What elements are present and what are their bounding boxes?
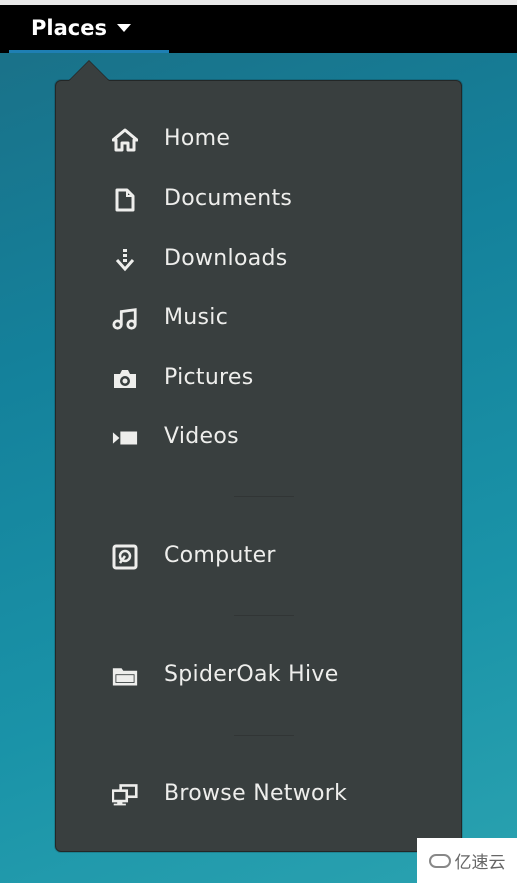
watermark-text: 亿速云 — [454, 853, 506, 873]
separator — [234, 615, 294, 616]
watermark: 亿速云 — [417, 838, 517, 883]
menu-item-label: Documents — [164, 186, 293, 211]
menu-item-label: Pictures — [164, 365, 254, 390]
cloud-icon — [428, 853, 451, 868]
menu-item-documents[interactable]: Documents — [56, 178, 461, 222]
caret-down-icon — [116, 23, 131, 32]
camera-icon — [112, 367, 138, 391]
download-icon — [112, 248, 138, 272]
separator — [234, 735, 294, 736]
menu-item-label: Videos — [164, 424, 239, 449]
network-icon — [112, 783, 138, 807]
home-icon — [112, 128, 138, 152]
video-icon — [112, 426, 138, 450]
menu-item-downloads[interactable]: Downloads — [56, 238, 461, 282]
separator — [234, 496, 294, 497]
menu-item-label: SpiderOak Hive — [164, 662, 339, 687]
folder-icon — [112, 664, 138, 688]
menu-item-label: Browse Network — [164, 781, 348, 806]
menu-item-label: Music — [164, 305, 229, 330]
menu-item-pictures[interactable]: Pictures — [56, 357, 461, 401]
menu-item-spideroak-hive[interactable]: SpiderOak Hive — [56, 654, 461, 698]
menu-item-music[interactable]: Music — [56, 297, 461, 341]
menu-item-home[interactable]: Home — [56, 118, 461, 162]
menu-item-computer[interactable]: Computer — [56, 535, 461, 579]
places-popup-menu: Home Documents Downloads Music Pictures … — [55, 80, 462, 852]
menu-item-browse-network[interactable]: Browse Network — [56, 773, 461, 817]
document-icon — [112, 188, 138, 212]
menu-item-label: Computer — [164, 543, 276, 568]
music-icon — [112, 307, 138, 331]
menu-item-label: Downloads — [164, 246, 288, 271]
places-label: Places — [31, 15, 107, 40]
menu-item-videos[interactable]: Videos — [56, 416, 461, 460]
popup-arrow — [69, 61, 109, 81]
computer-icon — [112, 544, 138, 570]
places-menu-button[interactable]: Places — [9, 5, 169, 53]
menu-item-label: Home — [164, 126, 231, 151]
